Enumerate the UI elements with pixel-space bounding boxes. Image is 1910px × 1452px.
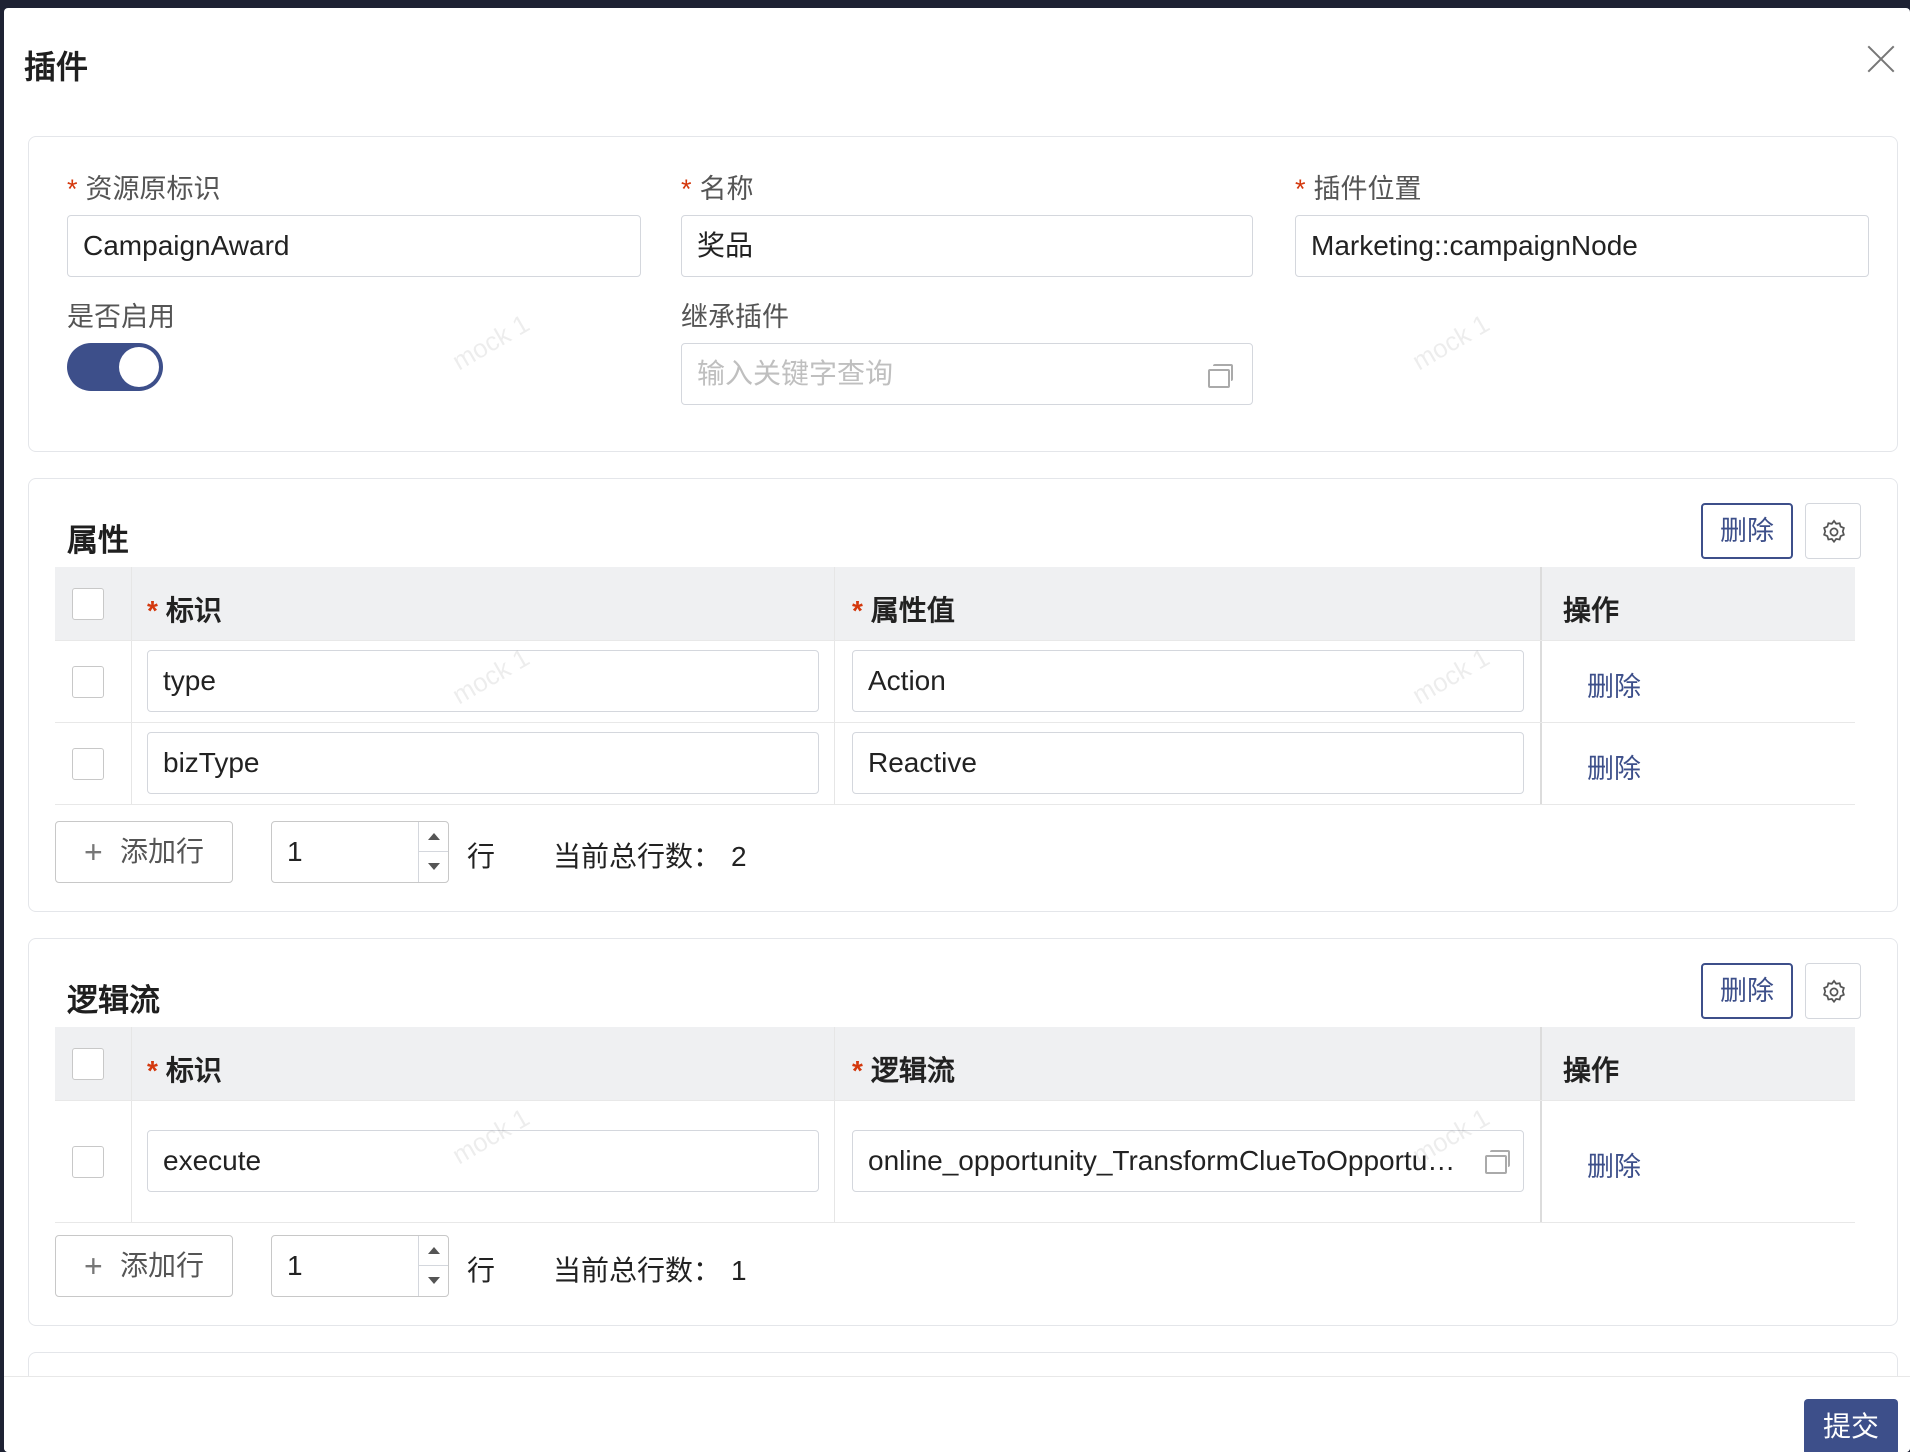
attributes-table: * 标识 * 属性值 操作 type Action 删除 bizType Rea…: [55, 567, 1855, 805]
name-input[interactable]: 奖品: [681, 215, 1253, 277]
toggle-knob: [119, 347, 159, 387]
gear-icon: [1823, 979, 1845, 1004]
logic-flow-table: * 标识 * 逻辑流 操作 execute online_opportunity_T…: [55, 1027, 1855, 1223]
logic-id-input[interactable]: execute: [147, 1130, 819, 1192]
logic-flow-select[interactable]: online_opportunity_TransformClueToOpport…: [852, 1130, 1524, 1192]
number-stepper: [418, 1236, 448, 1296]
required-mark: *: [1295, 174, 1306, 204]
watermark: mock 1: [1406, 308, 1495, 377]
attributes-settings-button[interactable]: [1805, 503, 1861, 559]
select-picker-icon[interactable]: [1485, 1150, 1510, 1174]
row-unit-label: 行: [467, 841, 496, 872]
decrement-icon[interactable]: [419, 852, 448, 882]
total-rows-label: 当前总行数： 2: [553, 841, 747, 872]
column-header-id: * 标识: [147, 1055, 222, 1086]
row-delete-link[interactable]: 删除: [1587, 665, 1641, 704]
attributes-delete-button[interactable]: 删除: [1701, 503, 1793, 559]
add-row-count-input[interactable]: 1: [271, 1235, 449, 1297]
row-checkbox[interactable]: [72, 748, 104, 780]
total-rows-label: 当前总行数： 1: [553, 1255, 747, 1286]
column-header-logic: * 逻辑流: [852, 1055, 955, 1086]
plus-icon: +: [84, 834, 103, 870]
logic-flow-title: 逻辑流: [67, 983, 160, 1018]
number-stepper: [418, 822, 448, 882]
select-all-checkbox[interactable]: [72, 1048, 104, 1080]
position-input[interactable]: Marketing::campaignNode: [1295, 215, 1869, 277]
increment-icon[interactable]: [419, 822, 448, 852]
next-section-card: [28, 1352, 1898, 1376]
plus-icon: +: [84, 1248, 103, 1284]
row-delete-link[interactable]: 删除: [1587, 747, 1641, 786]
inherit-plugin-input[interactable]: 输入关键字查询: [681, 343, 1253, 405]
column-header-ops: 操作: [1563, 595, 1620, 626]
close-icon[interactable]: [1862, 40, 1900, 78]
logic-delete-button[interactable]: 删除: [1701, 963, 1793, 1019]
name-label: * 名称: [681, 174, 754, 204]
inherit-placeholder: 输入关键字查询: [697, 358, 894, 389]
resource-id-label: * 资源原标识: [67, 174, 221, 204]
add-row-button[interactable]: + 添加行: [55, 1235, 233, 1297]
required-mark: *: [681, 174, 692, 204]
add-row-count-input[interactable]: 1: [271, 821, 449, 883]
attributes-card: 属性 删除 * 标识 * 属性值 操作 type Action 删除 bizTy…: [28, 478, 1898, 912]
attributes-title: 属性: [67, 523, 129, 558]
table-row: type Action 删除: [55, 641, 1855, 723]
required-mark: *: [67, 174, 78, 204]
logic-settings-button[interactable]: [1805, 963, 1861, 1019]
modal-header: 插件: [4, 8, 1910, 112]
attr-value-input[interactable]: Reactive: [852, 732, 1524, 794]
row-unit-label: 行: [467, 1255, 496, 1286]
row-checkbox[interactable]: [72, 1146, 104, 1178]
enabled-toggle[interactable]: [67, 343, 163, 391]
position-label: * 插件位置: [1295, 174, 1422, 204]
basic-info-card: * 资源原标识 CampaignAward * 名称 奖品 * 插件位置 Market…: [28, 136, 1898, 452]
submit-button[interactable]: 提交: [1804, 1399, 1898, 1452]
modal-footer: 提交: [4, 1376, 1910, 1452]
increment-icon[interactable]: [419, 1236, 448, 1266]
row-delete-link[interactable]: 删除: [1587, 1145, 1641, 1184]
attr-value-input[interactable]: Action: [852, 650, 1524, 712]
table-header-row: * 标识 * 逻辑流 操作: [55, 1027, 1855, 1101]
table-header-row: * 标识 * 属性值 操作: [55, 567, 1855, 641]
column-header-ops: 操作: [1563, 1055, 1620, 1086]
select-picker-icon[interactable]: [1208, 364, 1233, 388]
column-header-value: * 属性值: [852, 595, 955, 626]
table-row: bizType Reactive 删除: [55, 723, 1855, 805]
attr-id-input[interactable]: type: [147, 650, 819, 712]
modal-title: 插件: [24, 49, 89, 85]
row-checkbox[interactable]: [72, 666, 104, 698]
decrement-icon[interactable]: [419, 1266, 448, 1296]
resource-id-input[interactable]: CampaignAward: [67, 215, 641, 277]
inherit-label: 继承插件: [681, 302, 789, 332]
select-all-checkbox[interactable]: [72, 588, 104, 620]
add-row-button[interactable]: + 添加行: [55, 821, 233, 883]
plugin-modal: 插件 * 资源原标识 CampaignAward * 名称 奖品 * 插件位置 Mar…: [4, 8, 1910, 1452]
modal-body: * 资源原标识 CampaignAward * 名称 奖品 * 插件位置 Market…: [4, 112, 1910, 1376]
column-header-id: * 标识: [147, 595, 222, 626]
gear-icon: [1823, 519, 1845, 544]
logic-flow-card: 逻辑流 删除 * 标识 * 逻辑流 操作 execute online_oppo…: [28, 938, 1898, 1326]
table-row: execute online_opportunity_TransformClue…: [55, 1101, 1855, 1223]
watermark: mock 1: [446, 308, 535, 377]
enabled-label: 是否启用: [67, 302, 175, 332]
attr-id-input[interactable]: bizType: [147, 732, 819, 794]
